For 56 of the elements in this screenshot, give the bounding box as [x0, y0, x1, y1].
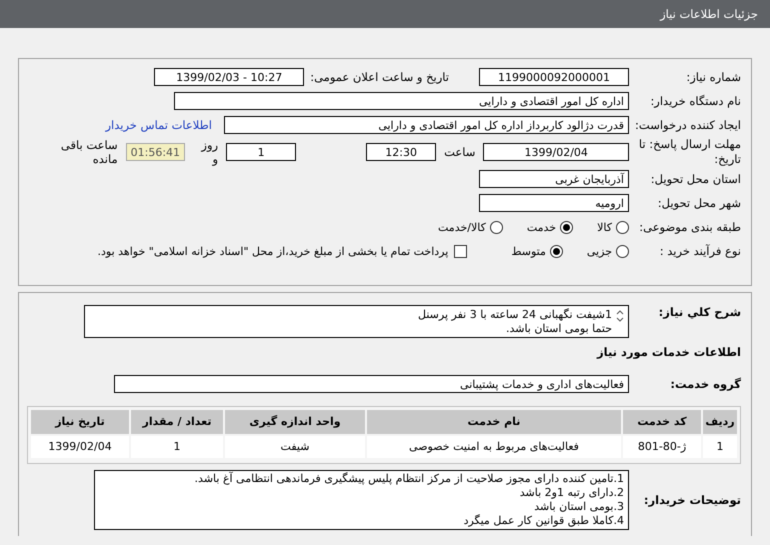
- input-field[interactable]: 1399/02/04: [483, 143, 629, 161]
- radio-button[interactable]: [550, 244, 563, 258]
- table-cell: 1: [131, 436, 223, 458]
- column-header: واحد اندازه گیری: [225, 410, 365, 434]
- input-field[interactable]: آذربایجان غربی: [479, 170, 629, 188]
- field-label: استان محل تحویل:: [650, 172, 741, 186]
- checkbox[interactable]: [454, 244, 468, 258]
- buyer-notes-textarea[interactable]: 1.تامین کننده دارای مجوز صلاحیت از مرکز انتظام پلیس پیشگیری فرماندهی انتظامی آغ باشد. 2.دارای رتبه 1و2 باشد 3.بومی استان باشد 4.کاملا طبق قوانین کار عمل میگرد: [94, 470, 629, 530]
- table-cell: 1: [703, 436, 737, 458]
- table-cell: فعالیت‌های مربوط به امنیت خصوصی: [367, 436, 621, 458]
- contact-link[interactable]: اطلاعات تماس خریدار: [105, 118, 212, 132]
- input-field[interactable]: 1199000092000001: [479, 68, 629, 86]
- input-field[interactable]: 12:30: [366, 143, 436, 161]
- table-cell: شیفت: [225, 436, 365, 458]
- input-field[interactable]: فعالیت‌های اداری و خدمات پشتیبانی: [114, 375, 629, 393]
- page-title: جزئیات اطلاعات نیاز: [660, 7, 758, 21]
- field-label: شماره نیاز:: [685, 70, 741, 84]
- column-header: کد خدمت: [623, 410, 701, 434]
- radio-button[interactable]: [616, 244, 629, 258]
- radio-button[interactable]: [560, 220, 574, 234]
- table-cell: 1399/02/04: [31, 436, 129, 458]
- radio-label: خدمت: [526, 220, 556, 234]
- field-label: تاریخ و ساعت اعلان عمومی:: [310, 70, 449, 84]
- radio-label: کالا: [597, 220, 612, 234]
- input-field[interactable]: قدرت دژالود کاربرداز اداره کل امور اقتصادی و دارایی: [224, 116, 629, 134]
- section-heading: اطلاعات خدمات مورد نیاز: [597, 345, 741, 359]
- column-header: تعداد / مقدار: [131, 410, 223, 434]
- field-label: شرح کلي نیاز:: [658, 305, 741, 319]
- input-field[interactable]: اداره کل امور اقتصادی و دارایی: [174, 92, 629, 110]
- input-field[interactable]: 1399/02/03 - 10:27: [154, 68, 304, 86]
- field-label: شهر محل تحویل:: [656, 196, 741, 210]
- column-header: تاریخ نیاز: [31, 410, 129, 434]
- radio-label: جزیی: [586, 244, 612, 258]
- radio-button[interactable]: [616, 220, 629, 234]
- field-label: روز و: [200, 138, 218, 166]
- field-label: گروه خدمت:: [669, 377, 741, 391]
- field-label: ساعت: [444, 145, 476, 159]
- checkbox-label: پرداخت تمام یا بخشی از مبلغ خرید،از محل "اسناد خزانه اسلامی" خواهد بود.: [98, 244, 448, 258]
- field-label: طبقه بندی موضوعی:: [638, 220, 741, 234]
- table-cell: ژ-80-801: [623, 436, 701, 458]
- field-label: ساعت باقی مانده: [60, 138, 118, 166]
- radio-button[interactable]: [490, 220, 503, 234]
- input-field[interactable]: 1: [226, 143, 296, 161]
- countdown-field: 01:56:41: [126, 143, 186, 161]
- input-field[interactable]: ارومیه: [479, 194, 629, 212]
- field-label: نام دستگاه خریدار:: [649, 94, 741, 108]
- radio-label: متوسط: [511, 244, 546, 258]
- field-label: ایجاد کننده درخواست:: [634, 118, 741, 132]
- radio-label: کالا/خدمت: [438, 220, 486, 234]
- scroll-arrows-icon[interactable]: [616, 310, 624, 322]
- field-label: نوع فرآیند خرید :: [658, 244, 741, 258]
- column-header: ردیف: [703, 410, 737, 434]
- column-header: نام خدمت: [367, 410, 621, 434]
- description-textarea[interactable]: 1شیفت نگهبانی 24 ساعته با 3 نفر پرسنل حتما بومی استان باشد.: [84, 305, 629, 338]
- field-label: توضیحات خریدار:: [642, 493, 741, 507]
- field-label: مهلت ارسال پاسخ: تا تاریخ:: [638, 137, 741, 167]
